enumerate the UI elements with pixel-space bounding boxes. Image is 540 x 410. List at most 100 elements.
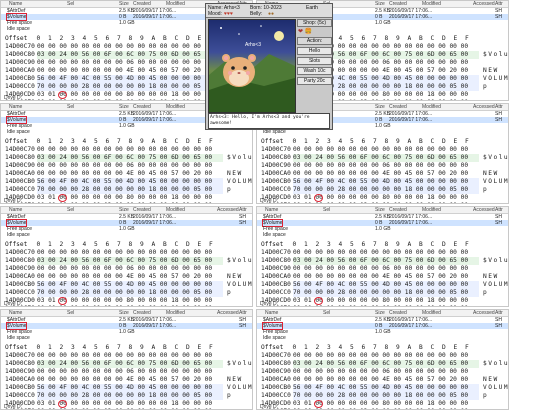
hex-row[interactable]: 14D00CE000 00 18 00 00 00 03 00 00 00 00…: [1, 202, 252, 203]
hex-row[interactable]: 14D00C7000 00 00 00 00 00 00 00 00 00 00…: [257, 249, 508, 257]
hex-row[interactable]: 14D00C8003 00 24 00 56 00 6F 00 6C 00 75…: [257, 154, 508, 162]
hex-row[interactable]: 14D00CE000 00 18 00 00 00 03 00 00 00 00…: [257, 202, 508, 203]
hex-row[interactable]: 14D00C7000 00 00 00 00 00 00 00 00 00 00…: [1, 249, 252, 257]
column-header[interactable]: Modified: [422, 207, 441, 213]
column-header[interactable]: Size: [375, 310, 385, 316]
hex-row[interactable]: 14D00CB056 00 4F 00 4C 00 55 00 4D 00 45…: [1, 281, 252, 289]
column-header[interactable]: Modified: [166, 1, 185, 7]
column-header[interactable]: Created: [389, 1, 407, 7]
column-header[interactable]: Accessed: [473, 104, 495, 110]
column-header[interactable]: Modified: [166, 207, 185, 213]
hex-row[interactable]: 14D00CE000 00 18 00 00 00 03 00 00 00 00…: [1, 305, 252, 306]
column-header[interactable]: Size: [119, 207, 129, 213]
column-header[interactable]: Modified: [422, 310, 441, 316]
hex-row[interactable]: 14D00C9000 00 00 00 00 00 00 00 06 00 00…: [1, 368, 252, 376]
hex-row[interactable]: 14D00CB056 00 4F 00 4C 00 55 00 4D 00 45…: [1, 384, 252, 392]
hex-row[interactable]: 14D00CC070 00 00 00 28 00 00 00 00 00 18…: [1, 392, 252, 400]
hex-row[interactable]: 14D00CC070 00 00 00 28 00 00 00 00 00 18…: [1, 186, 252, 194]
column-header[interactable]: Created: [133, 1, 151, 7]
column-header[interactable]: Sel: [323, 207, 330, 213]
hex-row[interactable]: 14D00C9000 00 00 00 00 00 00 00 06 00 00…: [257, 368, 508, 376]
hex-row[interactable]: 14D00CD003 01 00 00 00 00 00 00 80 00 00…: [257, 400, 508, 408]
hex-row[interactable]: 14D00CE000 00 18 00 00 00 03 00 00 00 00…: [257, 305, 508, 306]
hex-row[interactable]: 14D00CD003 01 00 00 00 00 00 00 80 00 00…: [257, 194, 508, 202]
column-header[interactable]: Modified: [166, 104, 185, 110]
column-header[interactable]: Modified: [166, 310, 185, 316]
hex-row[interactable]: 14D00CD003 01 00 00 00 00 00 00 80 00 00…: [1, 400, 252, 408]
column-header[interactable]: Created: [389, 207, 407, 213]
hex-row[interactable]: 14D00CD003 01 00 00 00 00 00 00 80 00 00…: [257, 297, 508, 305]
column-header[interactable]: Size: [375, 104, 385, 110]
hex-row[interactable]: 14D00C7000 00 00 00 00 00 00 00 00 00 00…: [257, 352, 508, 360]
file-row[interactable]: Idle space: [1, 335, 252, 341]
slots-button[interactable]: Slots: [297, 57, 332, 65]
column-header[interactable]: Attr: [495, 1, 503, 7]
hex-row[interactable]: 14D00C7000 00 00 00 00 00 00 00 00 00 00…: [1, 352, 252, 360]
hex-row[interactable]: 14D00CB056 00 4F 00 4C 00 55 00 4D 00 45…: [1, 178, 252, 186]
hex-row[interactable]: 14D00CD003 01 00 00 00 00 00 00 80 00 00…: [1, 194, 252, 202]
hex-row[interactable]: 14D00C9000 00 00 00 00 00 00 00 06 00 00…: [1, 265, 252, 273]
column-header[interactable]: Attr: [495, 104, 503, 110]
wash-button[interactable]: Wash 10c: [297, 67, 332, 75]
file-row[interactable]: Idle space: [257, 335, 508, 341]
hex-row[interactable]: 14D00CC070 00 00 00 28 00 00 00 00 00 18…: [1, 289, 252, 297]
hex-row[interactable]: 14D00CA000 00 00 00 00 00 00 00 4E 00 45…: [257, 170, 508, 178]
column-header[interactable]: Created: [133, 310, 151, 316]
column-header[interactable]: Size: [119, 1, 129, 7]
hex-row[interactable]: 14D00C9000 00 00 00 00 00 00 00 06 00 00…: [257, 265, 508, 273]
hex-row[interactable]: 14D00CA000 00 00 00 00 00 00 00 4E 00 45…: [1, 376, 252, 384]
column-header[interactable]: Sel: [67, 310, 74, 316]
hex-row[interactable]: 14D00C9000 00 00 00 00 00 00 00 06 00 00…: [1, 162, 252, 170]
column-header[interactable]: Attr: [239, 207, 247, 213]
column-header[interactable]: Accessed: [473, 310, 495, 316]
hex-row[interactable]: 14D00CA000 00 00 00 00 00 00 00 4E 00 45…: [257, 376, 508, 384]
hex-row[interactable]: 14D00C9000 00 00 00 00 00 00 00 06 00 00…: [257, 162, 508, 170]
hex-row[interactable]: 14D00CC070 00 00 00 28 00 00 00 00 00 18…: [257, 289, 508, 297]
column-header[interactable]: Name: [9, 1, 22, 7]
column-header[interactable]: Name: [265, 310, 278, 316]
column-header[interactable]: Name: [265, 207, 278, 213]
hex-row[interactable]: 14D00CA000 00 00 00 00 00 00 00 4E 00 45…: [1, 273, 252, 281]
column-header[interactable]: Modified: [422, 104, 441, 110]
hello-button[interactable]: Hello: [297, 47, 332, 55]
column-header[interactable]: Attr: [495, 207, 503, 213]
column-header[interactable]: Name: [9, 310, 22, 316]
column-header[interactable]: Created: [133, 104, 151, 110]
column-header[interactable]: Sel: [67, 1, 74, 7]
column-header[interactable]: Created: [133, 207, 151, 213]
file-row[interactable]: Idle space: [1, 232, 252, 238]
column-header[interactable]: Size: [119, 310, 129, 316]
column-header[interactable]: Accessed: [473, 207, 495, 213]
column-header[interactable]: Name: [9, 207, 22, 213]
column-header[interactable]: Sel: [67, 207, 74, 213]
column-header[interactable]: Modified: [422, 1, 441, 7]
column-header[interactable]: Size: [375, 207, 385, 213]
party-button[interactable]: Party 20c: [297, 77, 332, 85]
hex-row[interactable]: 14D00C7000 00 00 00 00 00 00 00 00 00 00…: [1, 146, 252, 154]
column-header[interactable]: Created: [389, 104, 407, 110]
column-header[interactable]: Sel: [67, 104, 74, 110]
column-header[interactable]: Size: [119, 104, 129, 110]
hex-row[interactable]: 14D00C8003 00 24 00 56 00 6F 00 6C 00 75…: [1, 154, 252, 162]
hex-row[interactable]: 14D00CC070 00 00 00 28 00 00 00 00 00 18…: [257, 186, 508, 194]
file-row[interactable]: Idle space: [257, 232, 508, 238]
hex-row[interactable]: 14D00C8003 00 24 00 56 00 6F 00 6C 00 75…: [1, 257, 252, 265]
column-header[interactable]: Accessed: [217, 207, 239, 213]
column-header[interactable]: Attr: [239, 310, 247, 316]
column-header[interactable]: Size: [375, 1, 385, 7]
hex-row[interactable]: 14D00CA000 00 00 00 00 00 00 00 4E 00 45…: [257, 273, 508, 281]
column-header[interactable]: Created: [389, 310, 407, 316]
column-header[interactable]: Accessed: [217, 310, 239, 316]
hex-row[interactable]: 14D00CA000 00 00 00 00 00 00 00 4E 00 45…: [1, 170, 252, 178]
hex-row[interactable]: 14D00CB056 00 4F 00 4C 00 55 00 4D 00 45…: [257, 281, 508, 289]
hex-row[interactable]: 14D00CD003 01 00 00 00 00 00 00 80 00 00…: [1, 297, 252, 305]
hex-row[interactable]: 14D00CB056 00 4F 00 4C 00 55 00 4D 00 45…: [257, 178, 508, 186]
hex-row[interactable]: 14D00C8003 00 24 00 56 00 6F 00 6C 00 75…: [257, 257, 508, 265]
hex-row[interactable]: 14D00CC070 00 00 00 28 00 00 00 00 00 18…: [257, 392, 508, 400]
column-header[interactable]: Attr: [495, 310, 503, 316]
column-header[interactable]: Name: [9, 104, 22, 110]
hex-row[interactable]: 14D00C8003 00 24 00 56 00 6F 00 6C 00 75…: [1, 360, 252, 368]
column-header[interactable]: Sel: [323, 310, 330, 316]
column-header[interactable]: Accessed: [473, 1, 495, 7]
hex-row[interactable]: 14D00C7000 00 00 00 00 00 00 00 00 00 00…: [257, 146, 508, 154]
